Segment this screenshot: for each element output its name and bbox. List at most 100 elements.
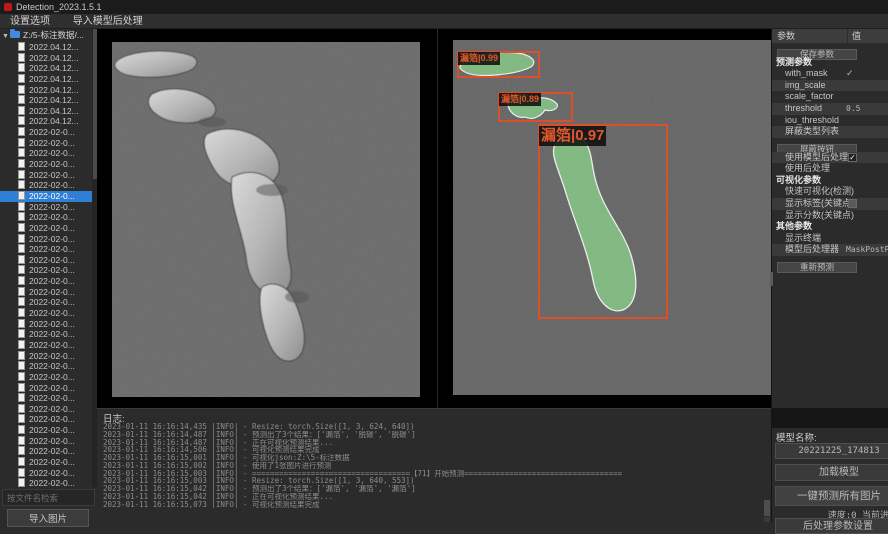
param-row[interactable]: 使用模型后处理✓ [772,152,888,164]
param-label: 使用模型后处理 [785,152,848,162]
tree-item[interactable]: 2022-02-0... [0,265,97,276]
menu-item-settings[interactable]: 设置选项 [0,14,60,29]
log-scrollbar-thumb[interactable] [764,500,770,516]
tree-item[interactable]: 2022-02-0... [0,404,97,415]
param-row[interactable]: 显示分数(关键点) [772,210,888,222]
param-row[interactable]: 显示终端 [772,233,888,245]
tree-item-label: 2022-02-0... [29,351,75,361]
file-icon [18,180,25,189]
tree-item-label: 2022-02-0... [29,478,75,487]
param-button[interactable]: 重新预测 [777,262,857,274]
tree-item-label: 2022-02-0... [29,383,75,393]
tree-item-label: 2022-02-0... [29,223,75,233]
tree-root-label: Z:/5-标注数据/... [23,30,84,40]
tree-item[interactable]: 2022-02-0... [0,351,97,362]
tree-item[interactable]: 2022-02-0... [0,383,97,394]
checkbox-icon[interactable] [848,199,857,208]
param-row[interactable]: 快速可视化(检测) [772,186,888,198]
detection-label: 漏箔|0.97 [539,126,606,146]
log-scrollbar-corner [764,517,770,522]
chevron-down-icon[interactable]: ▼ [2,30,10,43]
prediction-image[interactable]: 漏箔|0.99 漏箔|0.89 漏箔|0.97 [453,40,772,395]
menu-item-import-postprocess[interactable]: 导入模型后处理 [63,14,153,29]
tree-item[interactable]: 2022.04.12... [0,116,97,127]
tree-item[interactable]: 2022-02-0... [0,319,97,330]
file-icon [18,478,25,487]
checkbox-checked-icon[interactable]: ✓ [848,153,857,162]
tree-item[interactable]: 2022-02-0... [0,393,97,404]
tree-item[interactable]: 2022-02-0... [0,425,97,436]
tree-item[interactable]: 2022-02-0... [0,180,97,191]
file-icon [18,361,25,370]
log-line: 2023-01-11 16:16:14,435 |INFO| - Resize:… [103,423,763,431]
file-icon [18,159,25,168]
tree-item[interactable]: 2022.04.12... [0,74,97,85]
tree-item[interactable]: 2022-02-0... [0,276,97,287]
load-model-button[interactable]: 加载模型 [775,464,888,481]
tree-item-label: 2022-02-0... [29,255,75,265]
tree-item-label: 2022.04.12... [29,42,79,52]
file-icon [18,74,25,83]
log-line: 2023-01-11 16:16:15,001 |INFO| - 可视化json… [103,454,763,462]
tree-item[interactable]: 2022-02-0... [0,255,97,266]
tree-item[interactable]: 2022-02-0... [0,127,97,138]
tree-item[interactable]: 2022-02-0... [0,234,97,245]
tree-item[interactable]: 2022-02-0... [0,297,97,308]
tree-scrollbar-thumb[interactable] [93,29,97,179]
tree-item[interactable]: 2022-02-0... [0,244,97,255]
tree-item[interactable]: 2022-02-0... [0,170,97,181]
file-icon [18,212,25,221]
tree-item[interactable]: 2022-02-0... [0,191,97,202]
tree-item[interactable]: 2022-02-0... [0,340,97,351]
tree-item-label: 2022.04.12... [29,85,79,95]
predict-all-button[interactable]: 一键预测所有图片 [775,486,888,506]
param-row[interactable]: 屏蔽类型列表 [772,126,888,138]
param-row[interactable]: 显示标签(关键点) [772,198,888,210]
tree-item[interactable]: 2022-02-0... [0,478,97,487]
tree-item[interactable]: 2022-02-0... [0,223,97,234]
tree-item[interactable]: 2022-02-0... [0,436,97,447]
log-line: 2023-01-11 16:16:15,002 |INFO| - 使用了1张图片… [103,462,763,470]
tree-item[interactable]: 2022-02-0... [0,361,97,372]
file-icon [18,202,25,211]
tree-item[interactable]: 2022-02-0... [0,212,97,223]
tree-item[interactable]: 2022-02-0... [0,148,97,159]
tree-item[interactable]: 2022-02-0... [0,308,97,319]
param-row[interactable]: 模型后处理器MaskPostPro [772,244,888,256]
tree-item[interactable]: 2022-02-0... [0,138,97,149]
param-row[interactable]: with_mask✓ [772,68,888,80]
tree-item[interactable]: 2022-02-0... [0,202,97,213]
param-row[interactable]: threshold0.5 [772,103,888,115]
tree-item[interactable]: 2022-02-0... [0,468,97,479]
param-row[interactable]: 使用后处理 [772,163,888,175]
tree-item[interactable]: 2022-02-0... [0,446,97,457]
search-input[interactable] [2,489,95,506]
source-image[interactable] [112,42,420,397]
tree-item[interactable]: 2022.04.12... [0,106,97,117]
file-icon [18,414,25,423]
tree-item[interactable]: 2022-02-0... [0,372,97,383]
postprocess-settings-button[interactable]: 后处理参数设置 [775,518,888,534]
tree-item[interactable]: 2022.04.12... [0,95,97,106]
tree-item[interactable]: 2022.04.12... [0,63,97,74]
tree-item-label: 2022.04.12... [29,53,79,63]
model-name-button[interactable]: 20221225_174813 [775,443,888,459]
tree-item[interactable]: 2022-02-0... [0,329,97,340]
tree-item-label: 2022-02-0... [29,468,75,478]
import-images-button[interactable]: 导入图片 [7,509,89,527]
log-lines[interactable]: 2023-01-11 16:16:14,435 |INFO| - Resize:… [103,423,763,508]
tree-item[interactable]: 2022-02-0... [0,457,97,468]
file-icon [18,255,25,264]
tree-item[interactable]: 2022.04.12... [0,85,97,96]
tree-item-label: 2022-02-0... [29,148,75,158]
param-row[interactable]: img_scale [772,80,888,92]
params-scrollbar-thumb[interactable] [770,272,773,286]
param-row[interactable]: scale_factor [772,91,888,103]
param-row[interactable]: iou_threshold [772,115,888,127]
tree-item[interactable]: 2022.04.12... [0,42,97,53]
tree-item[interactable]: 2022-02-0... [0,159,97,170]
tree-root-folder[interactable]: ▼ Z:/5-标注数据/... [0,29,97,42]
tree-item[interactable]: 2022-02-0... [0,287,97,298]
tree-item[interactable]: 2022-02-0... [0,414,97,425]
tree-item[interactable]: 2022.04.12... [0,53,97,64]
